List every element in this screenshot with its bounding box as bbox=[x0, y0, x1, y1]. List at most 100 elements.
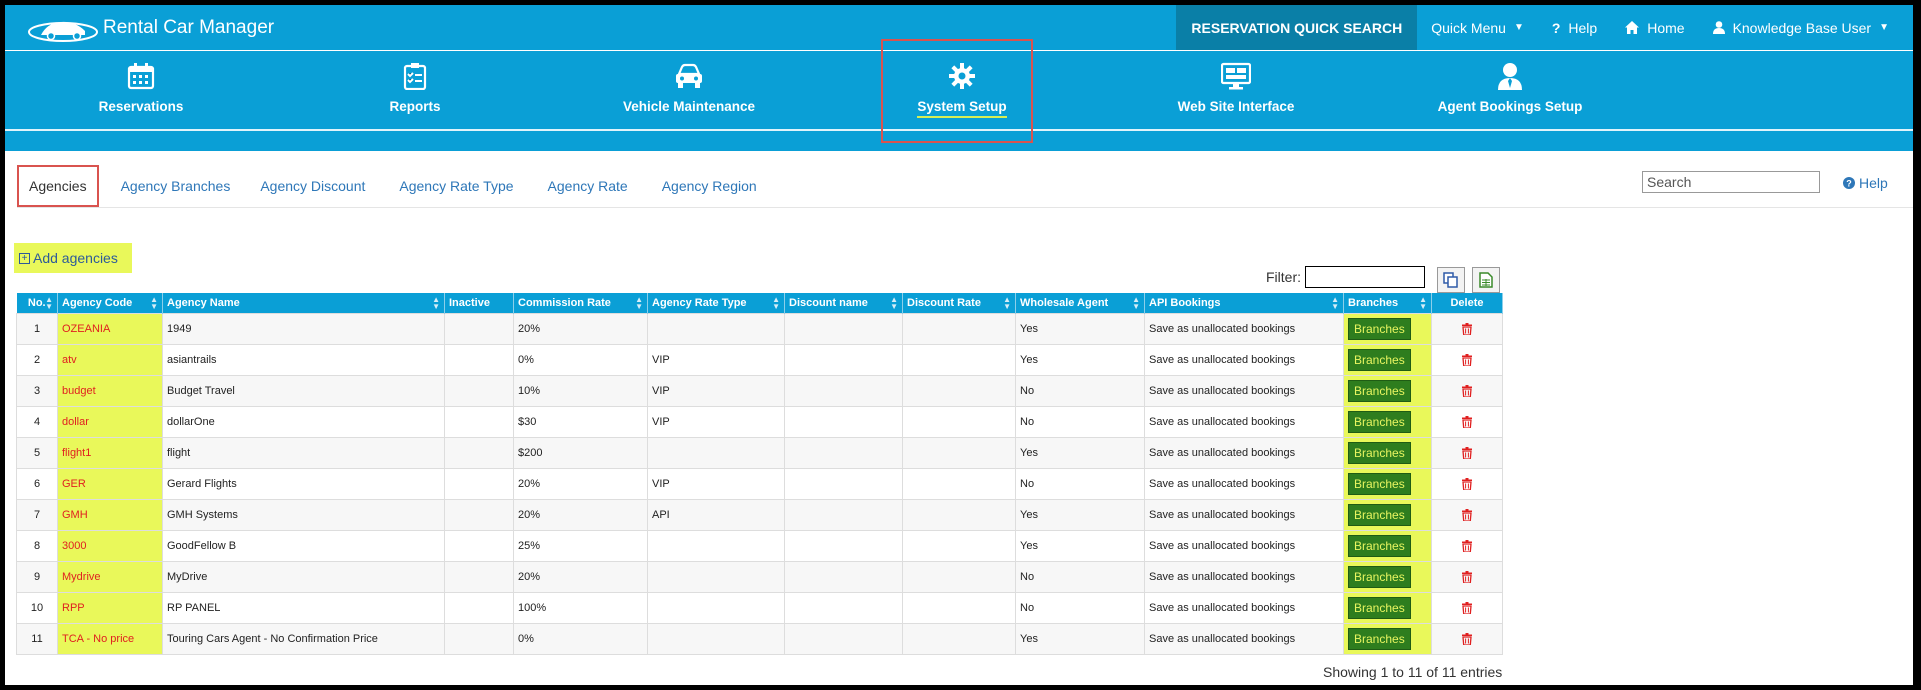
table-row[interactable]: 11 TCA - No price Touring Cars Agent - No … bbox=[16, 622, 1503, 655]
agency-code[interactable]: dollar bbox=[57, 405, 163, 438]
branches-button[interactable]: Branches bbox=[1348, 379, 1411, 402]
delete-cell bbox=[1431, 591, 1503, 624]
table-row[interactable]: 10 RPP RP PANEL 100% No Save as unallocated b… bbox=[16, 591, 1503, 624]
tab-agency-branches[interactable]: Agency Branches bbox=[108, 165, 244, 207]
agency-code[interactable]: RPP bbox=[57, 591, 163, 624]
row-number: 6 bbox=[16, 467, 58, 500]
agency-code[interactable]: GER bbox=[57, 467, 163, 500]
api-bookings: Save as unallocated bookings bbox=[1144, 560, 1344, 593]
branches-cell: Branches bbox=[1343, 498, 1432, 531]
nav-reservations[interactable]: Reservations bbox=[51, 61, 231, 114]
table-row[interactable]: 9 Mydrive MyDrive 20% No Save as unallocated … bbox=[16, 560, 1503, 593]
branches-button[interactable]: Branches bbox=[1348, 348, 1411, 371]
row-number: 5 bbox=[16, 436, 58, 469]
trash-icon[interactable] bbox=[1462, 446, 1472, 459]
agency-code[interactable]: flight1 bbox=[57, 436, 163, 469]
column-header[interactable]: Inactive bbox=[444, 293, 514, 313]
nav-web-site-interface[interactable]: Web Site Interface bbox=[1146, 61, 1326, 114]
trash-icon[interactable] bbox=[1462, 539, 1472, 552]
export-button[interactable] bbox=[1472, 267, 1500, 293]
table-row[interactable]: 2 atv asiantrails 0% VIP Yes Save as unallocat… bbox=[16, 343, 1503, 376]
column-header[interactable]: Commission Rate ▲ ▼ bbox=[513, 293, 648, 313]
help-top-link[interactable]: ? Help bbox=[1538, 5, 1611, 50]
filter-label: Filter: bbox=[1266, 269, 1301, 285]
brand[interactable]: Rental Car Manager bbox=[27, 13, 274, 43]
quick-menu-dropdown[interactable]: Quick Menu ▼ bbox=[1417, 5, 1538, 50]
trash-icon[interactable] bbox=[1462, 477, 1472, 490]
calendar-icon bbox=[127, 63, 155, 90]
branches-button[interactable]: Branches bbox=[1348, 596, 1411, 619]
table-row[interactable]: 5 flight1 flight $200 Yes Save as unallocated… bbox=[16, 436, 1503, 469]
agency-code[interactable]: TCA - No price bbox=[57, 622, 163, 655]
branches-button[interactable]: Branches bbox=[1348, 534, 1411, 557]
column-header[interactable]: No. ▲ ▼ bbox=[16, 293, 58, 313]
column-header[interactable]: Delete bbox=[1431, 293, 1503, 313]
discount-name bbox=[784, 498, 903, 531]
commission-rate: 0% bbox=[513, 622, 648, 655]
filter-input[interactable] bbox=[1305, 266, 1425, 288]
inactive-cell bbox=[444, 591, 514, 624]
table-row[interactable]: 8 3000 GoodFellow B 25% Yes Save as unallocat… bbox=[16, 529, 1503, 562]
branches-cell: Branches bbox=[1343, 622, 1432, 655]
add-agencies-button[interactable]: + Add agencies bbox=[14, 243, 132, 273]
help-link[interactable]: ? Help bbox=[1843, 175, 1888, 191]
nav-reports[interactable]: Reports bbox=[325, 61, 505, 114]
column-header[interactable]: Wholesale Agent ▲ ▼ bbox=[1015, 293, 1145, 313]
search-input[interactable] bbox=[1642, 171, 1820, 193]
trash-icon[interactable] bbox=[1462, 384, 1472, 397]
discount-name bbox=[784, 467, 903, 500]
monitor-icon bbox=[1221, 62, 1251, 90]
column-header[interactable]: Agency Code ▲ ▼ bbox=[57, 293, 163, 313]
tab-agency-region[interactable]: Agency Region bbox=[645, 165, 774, 207]
trash-icon[interactable] bbox=[1462, 353, 1472, 366]
copy-button[interactable] bbox=[1437, 267, 1465, 293]
tab-agencies[interactable]: Agencies bbox=[17, 165, 99, 207]
trash-icon[interactable] bbox=[1462, 632, 1472, 645]
agency-code[interactable]: Mydrive bbox=[57, 560, 163, 593]
column-header[interactable]: Agency Rate Type ▲ ▼ bbox=[647, 293, 785, 313]
table-row[interactable]: 7 GMH GMH Systems 20% API Yes Save as unalloca… bbox=[16, 498, 1503, 531]
agency-code[interactable]: atv bbox=[57, 343, 163, 376]
column-header[interactable]: Discount name ▲ ▼ bbox=[784, 293, 903, 313]
branches-cell: Branches bbox=[1343, 405, 1432, 438]
table-row[interactable]: 1 OZEANIA 1949 20% Yes Save as unallocated bo… bbox=[16, 312, 1503, 345]
branches-button[interactable]: Branches bbox=[1348, 627, 1411, 650]
tab-agency-discount[interactable]: Agency Discount bbox=[243, 165, 382, 207]
reservation-quick-search-button[interactable]: RESERVATION QUICK SEARCH bbox=[1176, 5, 1418, 50]
tab-agency-rate-type[interactable]: Agency Rate Type bbox=[382, 165, 530, 207]
agency-code[interactable]: GMH bbox=[57, 498, 163, 531]
branches-button[interactable]: Branches bbox=[1348, 472, 1411, 495]
column-header[interactable]: Agency Name ▲ ▼ bbox=[162, 293, 445, 313]
home-link[interactable]: Home bbox=[1611, 5, 1698, 50]
table-row[interactable]: 3 budget Budget Travel 10% VIP No Save as unal… bbox=[16, 374, 1503, 407]
discount-rate bbox=[902, 343, 1016, 376]
table-row[interactable]: 4 dollar dollarOne $30 VIP No Save as unalloca… bbox=[16, 405, 1503, 438]
trash-icon[interactable] bbox=[1462, 601, 1472, 614]
api-bookings: Save as unallocated bookings bbox=[1144, 498, 1344, 531]
agency-code[interactable]: 3000 bbox=[57, 529, 163, 562]
nav-vehicle-maintenance[interactable]: Vehicle Maintenance bbox=[599, 61, 779, 114]
table-row[interactable]: 6 GER Gerard Flights 20% VIP No Save as unallo… bbox=[16, 467, 1503, 500]
column-header[interactable]: Discount Rate ▲ ▼ bbox=[902, 293, 1016, 313]
trash-icon[interactable] bbox=[1462, 570, 1472, 583]
trash-icon[interactable] bbox=[1462, 415, 1472, 428]
branches-button[interactable]: Branches bbox=[1348, 441, 1411, 464]
discount-rate bbox=[902, 622, 1016, 655]
column-header[interactable]: API Bookings ▲ ▼ bbox=[1144, 293, 1344, 313]
agency-code[interactable]: budget bbox=[57, 374, 163, 407]
delete-cell bbox=[1431, 560, 1503, 593]
nav-agent-bookings-setup[interactable]: Agent Bookings Setup bbox=[1420, 61, 1600, 114]
column-header[interactable]: Branches ▲ ▼ bbox=[1343, 293, 1432, 313]
user-menu-dropdown[interactable]: Knowledge Base User ▼ bbox=[1699, 5, 1913, 50]
tab-agency-rate[interactable]: Agency Rate bbox=[531, 165, 645, 207]
branches-button[interactable]: Branches bbox=[1348, 503, 1411, 526]
branches-button[interactable]: Branches bbox=[1348, 410, 1411, 433]
agency-code[interactable]: OZEANIA bbox=[57, 312, 163, 345]
trash-icon[interactable] bbox=[1462, 508, 1472, 521]
trash-icon[interactable] bbox=[1462, 322, 1472, 335]
branches-button[interactable]: Branches bbox=[1348, 565, 1411, 588]
wholesale-agent: No bbox=[1015, 591, 1145, 624]
branches-button[interactable]: Branches bbox=[1348, 317, 1411, 340]
agency-rate-type: VIP bbox=[647, 374, 785, 407]
clipboard-icon bbox=[403, 63, 427, 90]
